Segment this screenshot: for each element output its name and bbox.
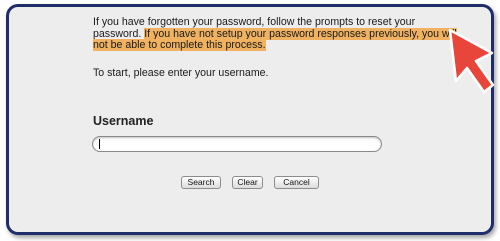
arrow-pointer-icon	[448, 28, 495, 94]
intro-highlighted-text: If you have not setup your password resp…	[93, 27, 457, 51]
intro-text: If you have forgotten your password, fol…	[93, 16, 465, 52]
username-label: Username	[93, 114, 154, 128]
clear-button[interactable]: Clear	[232, 176, 263, 189]
search-button[interactable]: Search	[181, 176, 221, 189]
start-instruction: To start, please enter your username.	[93, 67, 269, 79]
cancel-button[interactable]: Cancel	[274, 176, 319, 189]
text-cursor	[99, 139, 100, 149]
username-input[interactable]	[92, 136, 382, 152]
